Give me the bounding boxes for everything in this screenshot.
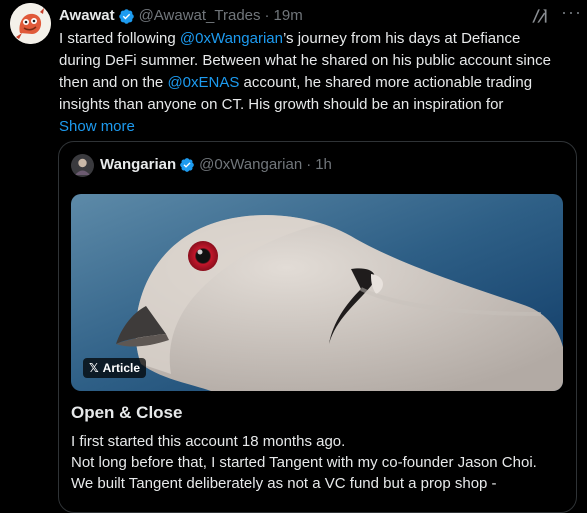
verified-badge-icon	[180, 158, 194, 172]
article-badge-label: Article	[102, 361, 141, 375]
text-segment: ’s journey from his days at Defiance	[282, 30, 521, 47]
quoted-tweet[interactable]: Wangarian @0xWangarian · 1h 𝕏 Article Op…	[58, 141, 577, 513]
verified-badge-icon	[118, 8, 134, 24]
mention-link[interactable]: @0xENAS	[167, 74, 239, 91]
tweet[interactable]: Awawat @Awawat_Trades · 19m ··· I starte…	[0, 0, 587, 513]
article-title[interactable]: Open & Close	[71, 402, 182, 424]
quoted-timestamp[interactable]: 1h	[315, 155, 332, 175]
author-handle[interactable]: @Awawat_Trades	[139, 6, 261, 26]
grok-icon[interactable]	[529, 6, 549, 26]
separator: ·	[264, 7, 270, 24]
tweet-text: I started following @0xWangarian’s journ…	[59, 28, 579, 138]
quoted-author-name[interactable]: Wangarian	[100, 155, 176, 175]
article-line: Not long before that, I started Tangent …	[71, 454, 537, 471]
text-segment: account, he shared more actionable tradi…	[239, 74, 533, 91]
article-line: We built Tangent deliberately as not a V…	[71, 475, 497, 492]
text-segment: I started following	[59, 30, 180, 47]
article-preview-text: I first started this account 18 months a…	[71, 431, 566, 494]
author-avatar[interactable]	[10, 3, 51, 44]
author-name[interactable]: Awawat	[59, 6, 115, 26]
separator: ·	[306, 156, 312, 173]
article-badge: 𝕏 Article	[83, 358, 147, 378]
tweet-header: Awawat @Awawat_Trades · 19m	[59, 6, 587, 26]
text-segment: then and on the	[59, 74, 168, 91]
mention-link[interactable]: @0xWangarian	[180, 30, 283, 47]
article-line: I first started this account 18 months a…	[71, 433, 346, 450]
show-more-link[interactable]: Show more	[59, 116, 579, 138]
x-logo-icon: 𝕏	[89, 361, 99, 375]
text-line: insights than anyone on CT. His growth s…	[59, 96, 504, 113]
quoted-author-handle[interactable]: @0xWangarian	[199, 155, 302, 175]
quoted-author-avatar[interactable]	[71, 154, 94, 177]
more-options-icon[interactable]: ···	[561, 3, 581, 26]
text-line: during DeFi summer. Between what he shar…	[59, 52, 551, 69]
quoted-tweet-header: Wangarian @0xWangarian · 1h	[100, 155, 332, 175]
timestamp[interactable]: 19m	[274, 6, 303, 26]
